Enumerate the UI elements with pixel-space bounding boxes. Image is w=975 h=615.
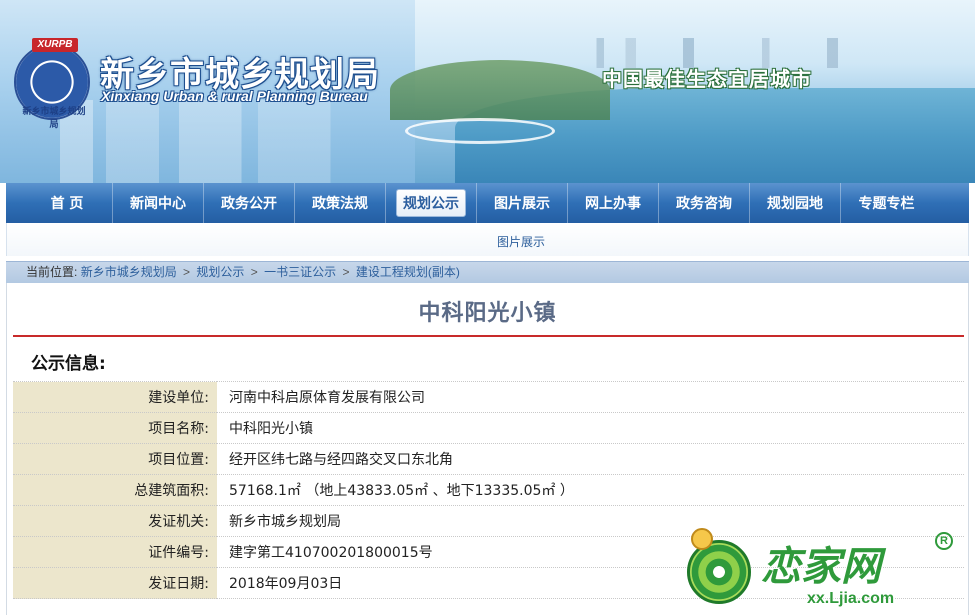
row-value: 河南中科启原体育发展有限公司	[229, 390, 425, 406]
nav-item-news[interactable]: 新闻中心	[113, 183, 204, 223]
row-label: 总建筑面积:	[13, 474, 217, 506]
nav-item-planning-garden[interactable]: 规划园地	[750, 183, 841, 223]
breadcrumb-link-bureau[interactable]: 新乡市城乡规划局	[81, 265, 177, 279]
nav-item-special-column[interactable]: 专题专栏	[841, 183, 932, 223]
breadcrumb-link-construction-permit[interactable]: 建设工程规划(副本)	[356, 265, 460, 279]
nav-item-gallery[interactable]: 图片展示	[477, 183, 568, 223]
page-title: 中科阳光小镇	[418, 301, 557, 326]
row-label: 证件编号:	[13, 536, 217, 568]
site-slogan: 中国最佳生态宜居城市	[602, 67, 812, 91]
table-row: 项目位置: 经开区纬七路与经四路交叉口东北角	[13, 443, 964, 475]
nav-item-planning-notice[interactable]: 规划公示	[386, 183, 477, 223]
site-subtitle: Xinxiang Urban & rural Planning Bureau	[101, 88, 368, 104]
ljia-watermark: 恋家网 R xx.Ljia.com	[683, 528, 963, 615]
nav-item-gov-affairs[interactable]: 政务公开	[204, 183, 295, 223]
row-label: 项目名称:	[13, 412, 217, 444]
main-nav: 首 页 新闻中心 政务公开 政策法规 规划公示 图片展示 网上办事 政务咨询 规…	[6, 183, 969, 223]
logo-ring-text: 新乡市城乡规划局	[22, 106, 86, 129]
row-value: 经开区纬七路与经四路交叉口东北角	[229, 452, 453, 468]
section-heading: 公示信息:	[31, 354, 106, 374]
nav-item-label: 政务咨询	[676, 196, 732, 212]
nav-item-label: 首 页	[50, 196, 84, 212]
nav-item-home[interactable]: 首 页	[22, 183, 113, 223]
nav-item-label: 规划园地	[767, 196, 823, 212]
row-value: 中科阳光小镇	[229, 421, 313, 437]
header-banner: XURPB 新乡市城乡规划局 新乡市城乡规划局 Xinxiang Urban &…	[0, 0, 975, 183]
watermark-brand: 恋家网	[761, 544, 881, 590]
nav-item-label: 政策法规	[312, 196, 368, 212]
nav-item-label: 专题专栏	[858, 196, 915, 212]
nav-item-online-service[interactable]: 网上办事	[568, 183, 659, 223]
row-value: 57168.1㎡ （地上43833.05㎡ 、地下13335.05㎡ ）	[229, 483, 574, 499]
nav-item-label: 新闻中心	[130, 196, 186, 212]
banner-buildings	[60, 100, 390, 183]
banner-fountain	[405, 118, 555, 144]
breadcrumb-separator: >	[183, 265, 191, 279]
watermark-url: xx.Ljia.com	[807, 590, 895, 607]
row-label: 建设单位:	[13, 381, 217, 413]
sub-nav: 图片展示	[6, 223, 969, 256]
nav-item-label: 政务公开	[221, 196, 277, 212]
row-label: 发证机关:	[13, 505, 217, 537]
banner-shore	[390, 60, 610, 120]
breadcrumb: 当前位置: 新乡市城乡规划局 > 规划公示 > 一书三证公示 > 建设工程规划(…	[6, 261, 969, 283]
row-label: 项目位置:	[13, 443, 217, 475]
snail-head-icon	[691, 528, 713, 550]
nav-item-consultation[interactable]: 政务咨询	[659, 183, 750, 223]
nav-item-policies[interactable]: 政策法规	[295, 183, 386, 223]
nav-item-label: 图片展示	[494, 196, 550, 212]
breadcrumb-link-planning-notice[interactable]: 规划公示	[196, 265, 244, 279]
bureau-logo-icon[interactable]: XURPB 新乡市城乡规划局	[14, 38, 90, 129]
row-label: 发证日期:	[13, 567, 217, 599]
logo-tag: XURPB	[32, 38, 78, 52]
nav-item-label: 网上办事	[585, 196, 641, 212]
breadcrumb-link-certificates[interactable]: 一书三证公示	[264, 265, 336, 279]
title-divider	[13, 335, 964, 337]
breadcrumb-prefix: 当前位置:	[26, 265, 78, 279]
table-row: 项目名称: 中科阳光小镇	[13, 412, 964, 444]
table-row: 总建筑面积: 57168.1㎡ （地上43833.05㎡ 、地下13335.05…	[13, 474, 964, 506]
snail-logo-icon	[687, 540, 751, 604]
breadcrumb-separator: >	[250, 265, 258, 279]
breadcrumb-separator: >	[342, 265, 350, 279]
table-row: 建设单位: 河南中科启原体育发展有限公司	[13, 381, 964, 413]
nav-item-label: 规划公示	[396, 189, 466, 217]
subnav-link-gallery[interactable]: 图片展示	[497, 233, 545, 250]
registered-mark-icon: R	[935, 532, 953, 550]
